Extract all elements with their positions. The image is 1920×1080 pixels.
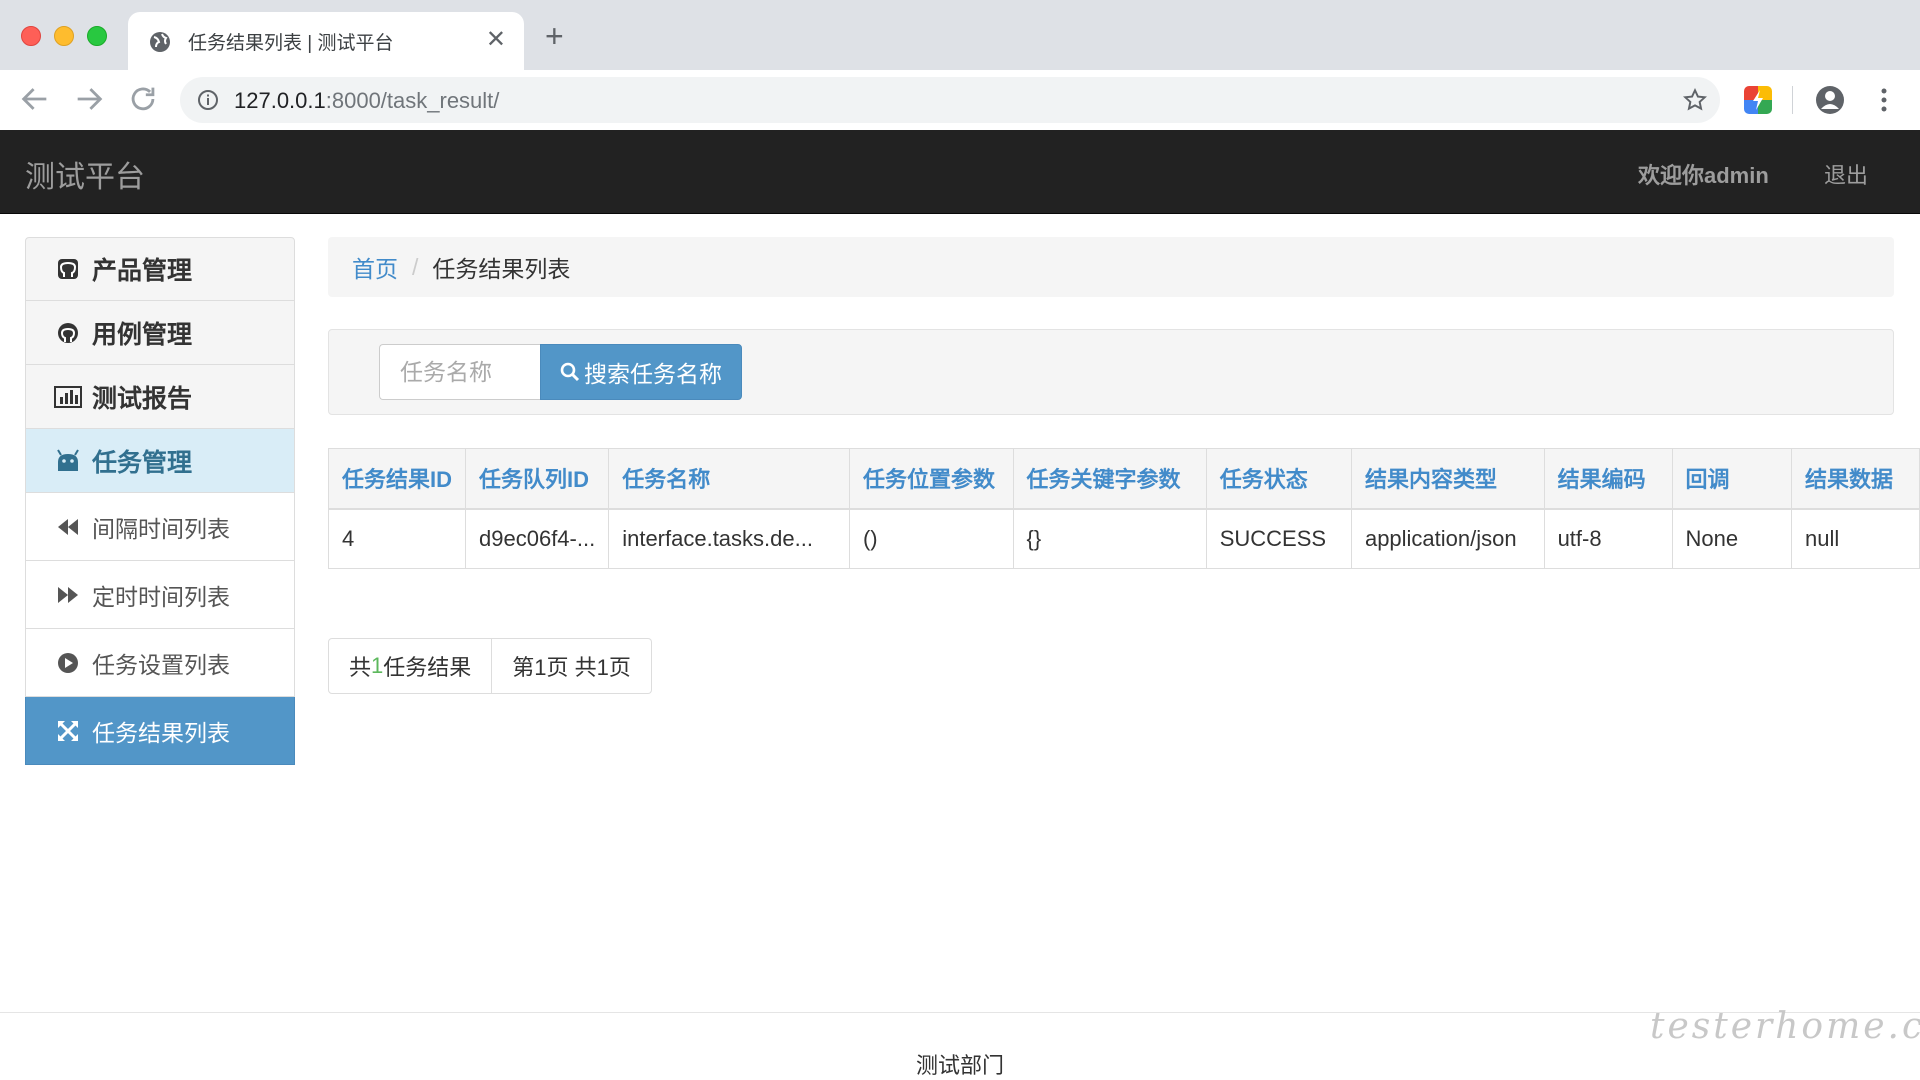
table-cell: None bbox=[1671, 508, 1792, 569]
sidebar: 产品管理 用例管理 测试报告 任务管理 间隔时间列表 定时时间列表 任务设置列表… bbox=[25, 237, 295, 765]
column-header[interactable]: 任务关键字参数 bbox=[1012, 448, 1207, 510]
column-header[interactable]: 回调 bbox=[1671, 448, 1792, 510]
github-icon bbox=[54, 319, 82, 347]
sidebar-item-label: 产品管理 bbox=[92, 257, 193, 285]
sidebar-item-label: 用例管理 bbox=[92, 320, 193, 349]
account-icon[interactable] bbox=[1814, 84, 1846, 116]
globe-icon bbox=[150, 32, 170, 52]
play-circle-icon bbox=[54, 649, 82, 677]
forward-icon[interactable] bbox=[72, 82, 106, 116]
table-header-row: 任务结果ID 任务队列ID 任务名称 任务位置参数 任务关键字参数 任务状态 结… bbox=[328, 448, 1920, 510]
sidebar-subitem-task-setting[interactable]: 任务设置列表 bbox=[25, 629, 295, 697]
arrows-alt-icon bbox=[54, 717, 82, 745]
breadcrumb-home-link[interactable]: 首页 bbox=[352, 250, 398, 284]
table-cell: null bbox=[1790, 508, 1920, 569]
app-navbar: 测试平台 欢迎你admin 退出 bbox=[0, 130, 1920, 214]
page-info: 第1页 共1页 bbox=[492, 638, 652, 694]
sidebar-item-report[interactable]: 测试报告 bbox=[25, 365, 295, 429]
breadcrumb: 首页 / 任务结果列表 bbox=[328, 237, 1894, 297]
total-number: 1 bbox=[371, 653, 384, 678]
address-bar[interactable]: 127.0.0.1:8000/task_result/ bbox=[180, 77, 1720, 123]
column-header[interactable]: 任务队列ID bbox=[465, 448, 610, 510]
search-button[interactable]: 搜索任务名称 bbox=[540, 344, 742, 400]
task-result-table: 任务结果ID 任务队列ID 任务名称 任务位置参数 任务关键字参数 任务状态 结… bbox=[328, 448, 1920, 569]
table-cell: d9ec06f4-... bbox=[465, 508, 610, 569]
table-cell: () bbox=[848, 508, 1014, 569]
android-icon bbox=[54, 447, 82, 475]
url-host: 127.0.0.1 bbox=[234, 88, 326, 113]
welcome-user[interactable]: 欢迎你admin bbox=[1638, 158, 1769, 190]
watermark: testerhome.com bbox=[1650, 1006, 1920, 1047]
sidebar-item-task[interactable]: 任务管理 bbox=[25, 429, 295, 493]
back-icon[interactable] bbox=[18, 82, 52, 116]
new-tab-icon[interactable]: + bbox=[545, 20, 564, 52]
table-cell: 4 bbox=[328, 508, 467, 569]
sidebar-item-case[interactable]: 用例管理 bbox=[25, 301, 295, 365]
sidebar-item-product[interactable]: 产品管理 bbox=[25, 237, 295, 301]
url-path: :8000/task_result/ bbox=[325, 88, 500, 113]
sidebar-subitem-interval[interactable]: 间隔时间列表 bbox=[25, 493, 295, 561]
sidebar-subitem-label: 任务结果列表 bbox=[92, 719, 230, 746]
window-minimize-button[interactable] bbox=[54, 26, 74, 46]
footer-divider bbox=[0, 1012, 1920, 1013]
browser-tab[interactable]: 任务结果列表 | 测试平台 ✕ bbox=[128, 12, 524, 70]
bar-chart-icon bbox=[54, 383, 82, 411]
pagination: 共 1 任务结果 第1页 共1页 bbox=[328, 638, 652, 694]
search-icon bbox=[560, 362, 580, 382]
table-cell: utf-8 bbox=[1543, 508, 1673, 569]
column-header[interactable]: 结果数据 bbox=[1790, 448, 1920, 510]
column-header[interactable]: 结果编码 bbox=[1543, 448, 1673, 510]
browser-titlebar: 任务结果列表 | 测试平台 ✕ + bbox=[0, 0, 1920, 70]
column-header[interactable]: 结果内容类型 bbox=[1350, 448, 1545, 510]
sidebar-item-label: 测试报告 bbox=[92, 384, 193, 413]
url-text[interactable]: 127.0.0.1:8000/task_result/ bbox=[234, 88, 499, 114]
column-header[interactable]: 任务位置参数 bbox=[848, 448, 1014, 510]
more-menu-icon[interactable] bbox=[1874, 86, 1894, 114]
logout-link[interactable]: 退出 bbox=[1824, 158, 1868, 190]
search-button-label: 搜索任务名称 bbox=[584, 361, 722, 387]
extension-icon[interactable] bbox=[1744, 86, 1772, 114]
table-cell: application/json bbox=[1350, 508, 1545, 569]
breadcrumb-current: 任务结果列表 bbox=[432, 256, 571, 282]
tab-close-icon[interactable]: ✕ bbox=[486, 25, 506, 54]
sidebar-subitem-crontab[interactable]: 定时时间列表 bbox=[25, 561, 295, 629]
sidebar-subitem-label: 间隔时间列表 bbox=[92, 515, 230, 542]
column-header[interactable]: 任务结果ID bbox=[328, 448, 467, 510]
task-result-table-wrapper: 任务结果ID 任务队列ID 任务名称 任务位置参数 任务关键字参数 任务状态 结… bbox=[328, 448, 1920, 569]
window-zoom-button[interactable] bbox=[87, 26, 107, 46]
site-info-icon[interactable] bbox=[196, 88, 220, 112]
sidebar-subitem-label: 定时时间列表 bbox=[92, 583, 230, 610]
column-header[interactable]: 任务状态 bbox=[1205, 448, 1352, 510]
search-panel: 搜索任务名称 bbox=[328, 329, 1894, 415]
total-count: 共 1 任务结果 bbox=[328, 638, 493, 694]
bookmark-star-icon[interactable] bbox=[1682, 87, 1708, 113]
table-cell: {} bbox=[1012, 508, 1207, 569]
tab-title: 任务结果列表 | 测试平台 bbox=[188, 33, 394, 54]
sidebar-subitem-label: 任务设置列表 bbox=[92, 651, 230, 678]
total-suffix: 任务结果 bbox=[383, 655, 472, 680]
search-input[interactable] bbox=[379, 344, 541, 400]
total-prefix: 共 bbox=[349, 655, 372, 680]
forward-icon bbox=[54, 581, 82, 609]
browser-toolbar: 127.0.0.1:8000/task_result/ bbox=[0, 70, 1920, 130]
reload-icon[interactable] bbox=[126, 82, 160, 116]
column-header[interactable]: 任务名称 bbox=[608, 448, 850, 510]
brand-title[interactable]: 测试平台 bbox=[25, 152, 145, 196]
footer-text: 测试部门 bbox=[915, 1053, 1004, 1078]
table-cell: interface.tasks.de... bbox=[608, 508, 850, 569]
sidebar-subitem-task-result[interactable]: 任务结果列表 bbox=[25, 697, 295, 765]
table-row[interactable]: 4 d9ec06f4-... interface.tasks.de... () … bbox=[328, 508, 1920, 569]
toolbar-divider bbox=[1792, 86, 1793, 114]
breadcrumb-separator: / bbox=[412, 253, 419, 280]
github-square-icon bbox=[54, 255, 82, 283]
window-close-button[interactable] bbox=[21, 26, 41, 46]
backward-icon bbox=[54, 513, 82, 541]
sidebar-item-label: 任务管理 bbox=[92, 448, 193, 477]
table-cell: SUCCESS bbox=[1205, 508, 1352, 569]
